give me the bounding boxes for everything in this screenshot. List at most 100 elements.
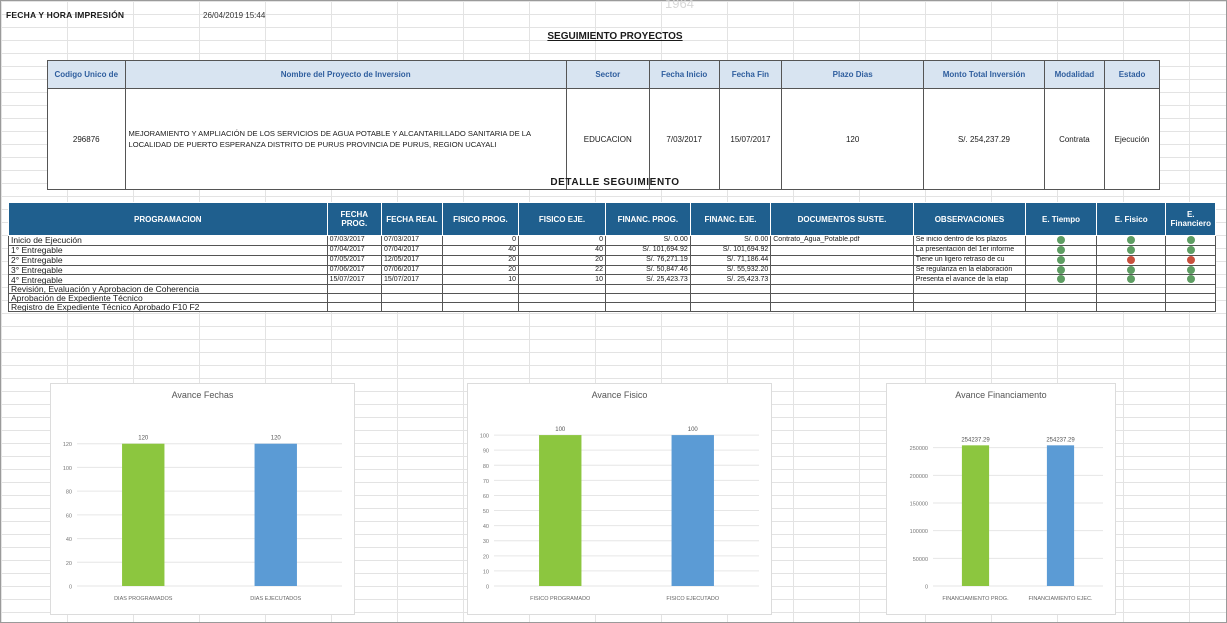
cell-fisico-eje[interactable]: 10 xyxy=(517,274,606,286)
cell-programacion[interactable]: 4° Entregable xyxy=(8,274,328,286)
cell-e-financiero[interactable] xyxy=(1165,254,1216,266)
cell-fecha-prog[interactable]: 15/07/2017 xyxy=(326,274,382,286)
cell-fisico-eje[interactable]: 20 xyxy=(517,254,606,266)
cell-programacion[interactable]: 1° Entregable xyxy=(8,244,328,256)
cell-observaciones[interactable]: Se inicio dentro de los plazos xyxy=(912,235,1027,246)
cell-financ-prog[interactable] xyxy=(604,302,691,313)
cell-fisico-prog[interactable]: 0 xyxy=(441,235,519,246)
cell-observaciones[interactable]: La presentación del 1er informe xyxy=(912,244,1027,256)
cell-e-tiempo[interactable] xyxy=(1025,254,1097,266)
cell-documentos[interactable]: Contrato_Agua_Potable.pdf xyxy=(770,235,914,246)
cell-e-fisico[interactable] xyxy=(1095,235,1167,246)
cell-e-fisico[interactable] xyxy=(1095,284,1167,295)
cell-monto-total[interactable]: S/. 254,237.29 xyxy=(923,88,1045,190)
cell-fecha-prog[interactable] xyxy=(326,302,382,313)
cell-observaciones[interactable]: Tiene un ligero retraso de cu xyxy=(912,254,1027,266)
cell-fecha-prog[interactable]: 07/05/2017 xyxy=(326,254,382,266)
cell-fecha-real[interactable]: 07/03/2017 xyxy=(380,235,443,246)
cell-e-fisico[interactable] xyxy=(1095,254,1167,266)
cell-fisico-eje[interactable] xyxy=(517,302,606,313)
cell-fisico-prog[interactable] xyxy=(441,293,519,304)
cell-documentos[interactable] xyxy=(770,254,914,266)
cell-nombre[interactable]: MEJORAMIENTO Y AMPLIACIÓN DE LOS SERVICI… xyxy=(124,88,567,190)
cell-financ-prog[interactable] xyxy=(604,293,691,304)
cell-financ-eje[interactable] xyxy=(689,302,772,313)
cell-documentos[interactable] xyxy=(770,293,914,304)
cell-e-tiempo[interactable] xyxy=(1025,302,1097,313)
cell-observaciones[interactable] xyxy=(912,284,1027,295)
cell-e-fisico[interactable] xyxy=(1095,244,1167,256)
cell-e-tiempo[interactable] xyxy=(1025,274,1097,286)
cell-fisico-eje[interactable]: 40 xyxy=(517,244,606,256)
cell-fecha-real[interactable]: 12/05/2017 xyxy=(380,254,443,266)
cell-financ-prog[interactable]: S/. 25,423.73 xyxy=(604,274,691,286)
cell-fecha-real[interactable] xyxy=(380,284,443,295)
cell-e-financiero[interactable] xyxy=(1165,244,1216,256)
cell-e-fisico[interactable] xyxy=(1095,302,1167,313)
cell-e-financiero[interactable] xyxy=(1165,284,1216,295)
cell-fecha-prog[interactable]: 07/04/2017 xyxy=(326,244,382,256)
cell-fisico-eje[interactable]: 22 xyxy=(517,264,606,276)
cell-fisico-prog[interactable]: 10 xyxy=(441,274,519,286)
cell-financ-prog[interactable] xyxy=(604,284,691,295)
cell-e-fisico[interactable] xyxy=(1095,264,1167,276)
cell-fecha-prog[interactable] xyxy=(326,284,382,295)
cell-programacion[interactable]: Registro de Expediente Técnico Aprobado … xyxy=(8,302,328,313)
cell-fisico-prog[interactable] xyxy=(441,302,519,313)
cell-e-tiempo[interactable] xyxy=(1025,264,1097,276)
cell-financ-eje[interactable]: S/. 0.00 xyxy=(689,235,772,246)
cell-modalidad[interactable]: Contrata xyxy=(1043,88,1106,190)
cell-fecha-prog[interactable]: 07/03/2017 xyxy=(326,235,382,246)
cell-fecha-prog[interactable]: 07/06/2017 xyxy=(326,264,382,276)
cell-codigo[interactable]: 296876 xyxy=(47,88,126,190)
cell-fisico-eje[interactable] xyxy=(517,284,606,295)
cell-fisico-prog[interactable]: 40 xyxy=(441,244,519,256)
cell-documentos[interactable] xyxy=(770,274,914,286)
cell-e-tiempo[interactable] xyxy=(1025,293,1097,304)
cell-programacion[interactable]: 2° Entregable xyxy=(8,254,328,266)
cell-programacion[interactable]: 3° Entregable xyxy=(8,264,328,276)
cell-e-financiero[interactable] xyxy=(1165,274,1216,286)
cell-fisico-prog[interactable]: 20 xyxy=(441,254,519,266)
cell-e-financiero[interactable] xyxy=(1165,264,1216,276)
cell-fecha-real[interactable]: 15/07/2017 xyxy=(380,274,443,286)
cell-e-financiero[interactable] xyxy=(1165,235,1216,246)
cell-fecha-inicio[interactable]: 7/03/2017 xyxy=(648,88,720,190)
cell-observaciones[interactable]: Se regulariza en la elaboración xyxy=(912,264,1027,276)
cell-plazo-dias[interactable]: 120 xyxy=(781,88,925,190)
cell-fisico-prog[interactable] xyxy=(441,284,519,295)
cell-financ-prog[interactable]: S/. 0.00 xyxy=(604,235,691,246)
cell-fecha-fin[interactable]: 15/07/2017 xyxy=(718,88,783,190)
cell-financ-prog[interactable]: S/. 76,271.19 xyxy=(604,254,691,266)
cell-fisico-eje[interactable]: 0 xyxy=(517,235,606,246)
cell-e-tiempo[interactable] xyxy=(1025,235,1097,246)
cell-documentos[interactable] xyxy=(770,244,914,256)
cell-observaciones[interactable]: Presenta el avance de la etap xyxy=(912,274,1027,286)
cell-documentos[interactable] xyxy=(770,302,914,313)
cell-programacion[interactable]: Aprobación de Expediente Técnico xyxy=(8,293,328,304)
cell-observaciones[interactable] xyxy=(912,293,1027,304)
cell-fecha-real[interactable] xyxy=(380,293,443,304)
cell-fecha-real[interactable]: 07/04/2017 xyxy=(380,244,443,256)
cell-e-financiero[interactable] xyxy=(1165,293,1216,304)
cell-programacion[interactable]: Inicio de Ejecución xyxy=(8,235,328,246)
cell-fecha-prog[interactable] xyxy=(326,293,382,304)
cell-documentos[interactable] xyxy=(770,264,914,276)
cell-observaciones[interactable] xyxy=(912,302,1027,313)
cell-financ-eje[interactable]: S/. 55,932.20 xyxy=(689,264,772,276)
cell-fisico-prog[interactable]: 20 xyxy=(441,264,519,276)
cell-e-fisico[interactable] xyxy=(1095,293,1167,304)
cell-e-fisico[interactable] xyxy=(1095,274,1167,286)
cell-estado[interactable]: Ejecución xyxy=(1104,88,1160,190)
cell-e-tiempo[interactable] xyxy=(1025,244,1097,256)
cell-financ-eje[interactable] xyxy=(689,293,772,304)
cell-programacion[interactable]: Revisión, Evaluación y Aprobacion de Coh… xyxy=(8,284,328,295)
cell-fecha-real[interactable] xyxy=(380,302,443,313)
cell-financ-eje[interactable] xyxy=(689,284,772,295)
cell-fisico-eje[interactable] xyxy=(517,293,606,304)
cell-e-tiempo[interactable] xyxy=(1025,284,1097,295)
cell-sector[interactable]: EDUCACION xyxy=(565,88,650,190)
cell-financ-eje[interactable]: S/. 71,186.44 xyxy=(689,254,772,266)
cell-fecha-real[interactable]: 07/06/2017 xyxy=(380,264,443,276)
cell-financ-prog[interactable]: S/. 50,847.46 xyxy=(604,264,691,276)
